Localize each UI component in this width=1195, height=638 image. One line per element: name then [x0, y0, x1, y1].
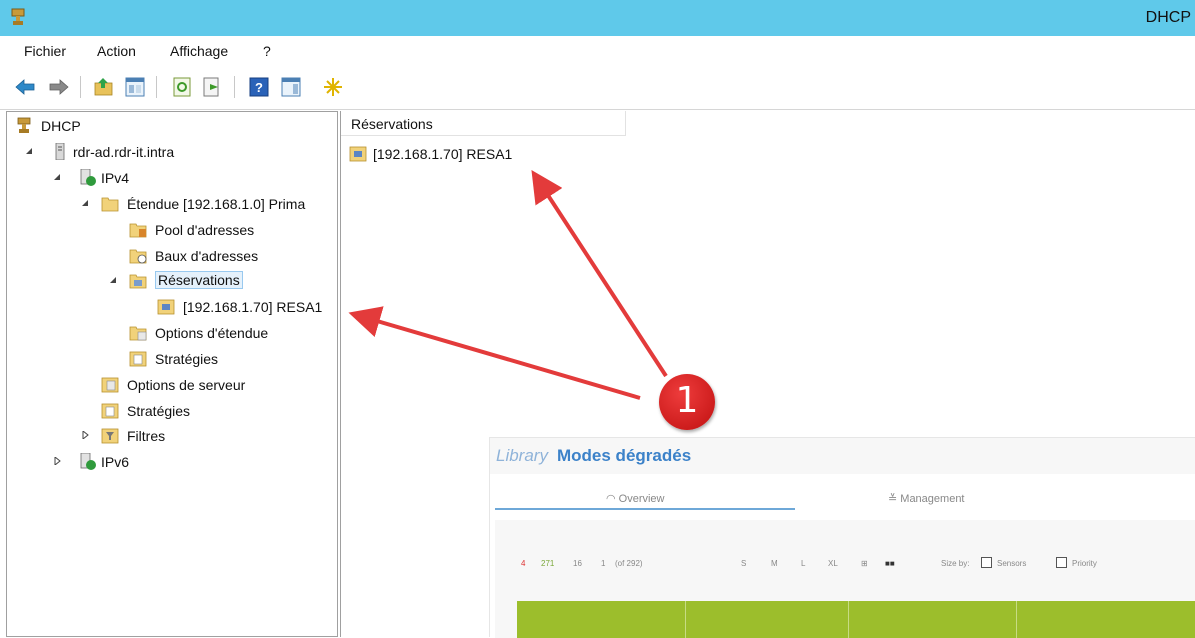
annotation-badge-number: 1	[675, 380, 699, 421]
arrow-to-tree-item	[348, 306, 641, 400]
annotation-arrows	[348, 169, 668, 400]
arrow-to-list-item	[531, 169, 668, 378]
annotation-badge: 1	[659, 374, 715, 430]
